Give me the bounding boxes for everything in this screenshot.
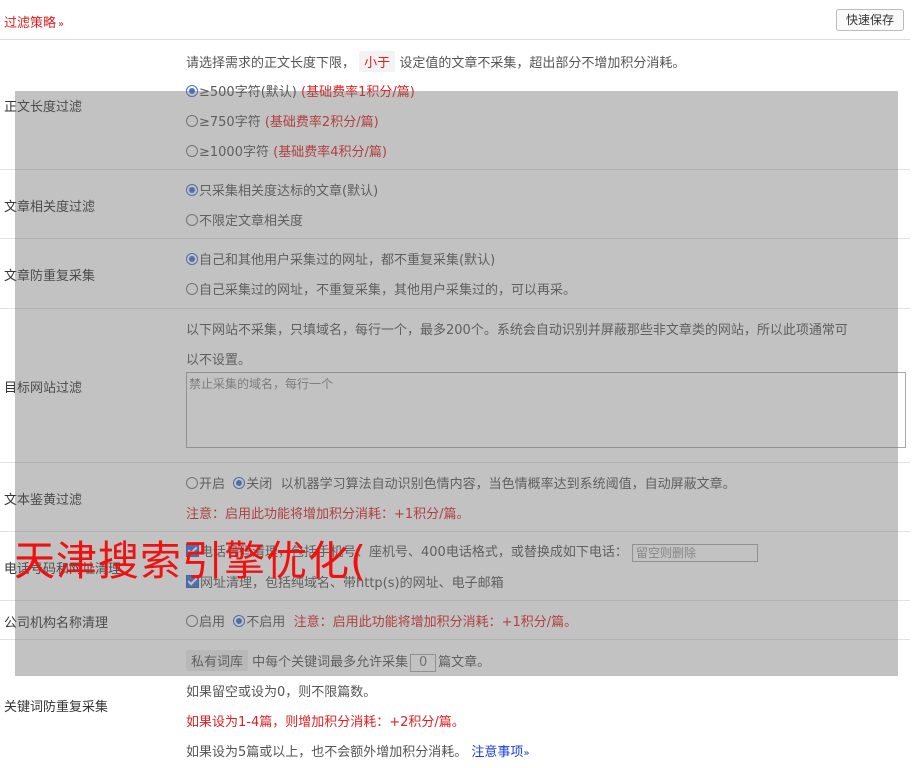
radio-checked-icon[interactable] [186,85,198,97]
porn-filter-row: 文本鉴黄过滤 开启 关闭 以机器学习算法自动识别色情内容，当色情概率达到系统阈值… [0,463,910,532]
section-title[interactable]: 过滤策略» [4,12,64,31]
keyword-dup-label: 关键词防重复采集 [4,700,109,715]
notice-link[interactable]: 注意事项» [471,745,529,760]
relevance-option-any[interactable]: 不限定文章相关度 [186,210,303,229]
private-lexicon-link[interactable]: 私有词库 [186,650,249,671]
org-cleanup-row: 公司机构名称清理 启用 不启用 注意：启用此功能将增加积分消耗：+1积分/篇。 [0,601,910,640]
radio-icon[interactable] [186,145,198,157]
radio-icon[interactable] [186,214,198,226]
site-filter-desc-2: 以不设置。 [186,353,252,368]
length-filter-label: 正文长度过滤 [4,100,83,115]
keyword-dup-row: 关键词防重复采集 私有词库 中每个关键词最多允许采集 0 篇文章。 如果留空或设为0… [0,640,910,768]
length-option-750[interactable]: ≥750字符 (基础费率2积分/篇) [186,111,379,130]
quick-save-button[interactable]: 快速保存 [835,9,904,31]
keyword-dup-line-2: 如果留空或设为0，则不限篇数。 [186,685,377,700]
org-cleanup-options: 启用 不启用 注意：启用此功能将增加积分消耗：+1积分/篇。 [186,611,577,630]
radio-checked-icon[interactable] [186,253,198,265]
porn-filter-options: 开启 关闭 以机器学习算法自动识别色情内容，当色情概率达到系统阈值，自动屏蔽文章… [186,473,736,492]
radio-icon[interactable] [186,283,198,295]
filter-strategy-header: 过滤策略» 快速保存 [0,0,910,40]
duplicate-filter-label: 文章防重复采集 [4,269,96,284]
site-filter-desc-1: 以下网站不采集，只填域名，每行一个，最多200个。系统会自动识别并屏蔽那些非文章… [186,323,848,338]
length-filter-row: 正文长度过滤 请选择需求的正文长度下限， 小于 设定值的文章不采集，超出部分不增… [0,40,910,170]
org-cleanup-note: 注意：启用此功能将增加积分消耗：+1积分/篇。 [293,615,578,630]
radio-checked-icon[interactable] [233,615,246,627]
replacement-phone-input[interactable]: 留空则删除 [631,543,758,562]
porn-filter-note: 注意：启用此功能将增加积分消耗：+1积分/篇。 [186,507,470,522]
site-filter-label: 目标网站过滤 [4,381,83,396]
relevance-filter-label: 文章相关度过滤 [4,200,96,215]
org-cleanup-label: 公司机构名称清理 [4,616,109,631]
org-cleanup-on[interactable]: 启用 [186,615,225,630]
length-option-1000[interactable]: ≥1000字符 (基础费率4积分/篇) [186,141,387,160]
radio-icon[interactable] [186,115,198,127]
porn-filter-off[interactable]: 关闭 [233,477,272,492]
radio-checked-icon[interactable] [233,477,246,489]
watermark-text: 天津搜索引擎优化( [14,537,367,585]
duplicate-option-self[interactable]: 自己采集过的网址，不重复采集，其他用户采集过的，可以再采。 [186,279,576,298]
max-articles-input[interactable]: 0 [410,653,437,672]
less-than-tag: 小于 [359,51,396,72]
chevron-down-icon: » [523,748,530,759]
org-cleanup-off[interactable]: 不启用 [233,615,285,630]
length-option-500[interactable]: ≥500字符(默认) (基础费率1积分/篇) [186,81,415,100]
blocked-domains-textarea[interactable] [186,372,906,448]
length-filter-desc: 请选择需求的正文长度下限， 小于 设定值的文章不采集，超出部分不增加积分消耗。 [186,51,685,72]
relevance-filter-row: 文章相关度过滤 只采集相关度达标的文章(默认) 不限定文章相关度 [0,170,910,239]
duplicate-option-global[interactable]: 自己和其他用户采集过的网址，都不重复采集(默认) [186,249,495,268]
radio-icon[interactable] [186,477,198,489]
radio-icon[interactable] [186,615,198,627]
keyword-dup-line-1: 私有词库 中每个关键词最多允许采集 0 篇文章。 [186,650,490,672]
duplicate-filter-row: 文章防重复采集 自己和其他用户采集过的网址，都不重复采集(默认) 自己采集过的网… [0,239,910,309]
keyword-dup-line-4: 如果设为5篇或以上，也不会额外增加积分消耗。 注意事项» [186,745,530,760]
chevron-down-icon: » [58,19,65,30]
relevance-option-qualified[interactable]: 只采集相关度达标的文章(默认) [186,180,378,199]
section-title-text: 过滤策略 [4,16,57,31]
radio-checked-icon[interactable] [186,184,198,196]
keyword-dup-line-3: 如果设为1-4篇，则增加积分消耗：+2积分/篇。 [186,715,465,730]
porn-filter-label: 文本鉴黄过滤 [4,493,83,508]
porn-filter-on[interactable]: 开启 [186,477,225,492]
